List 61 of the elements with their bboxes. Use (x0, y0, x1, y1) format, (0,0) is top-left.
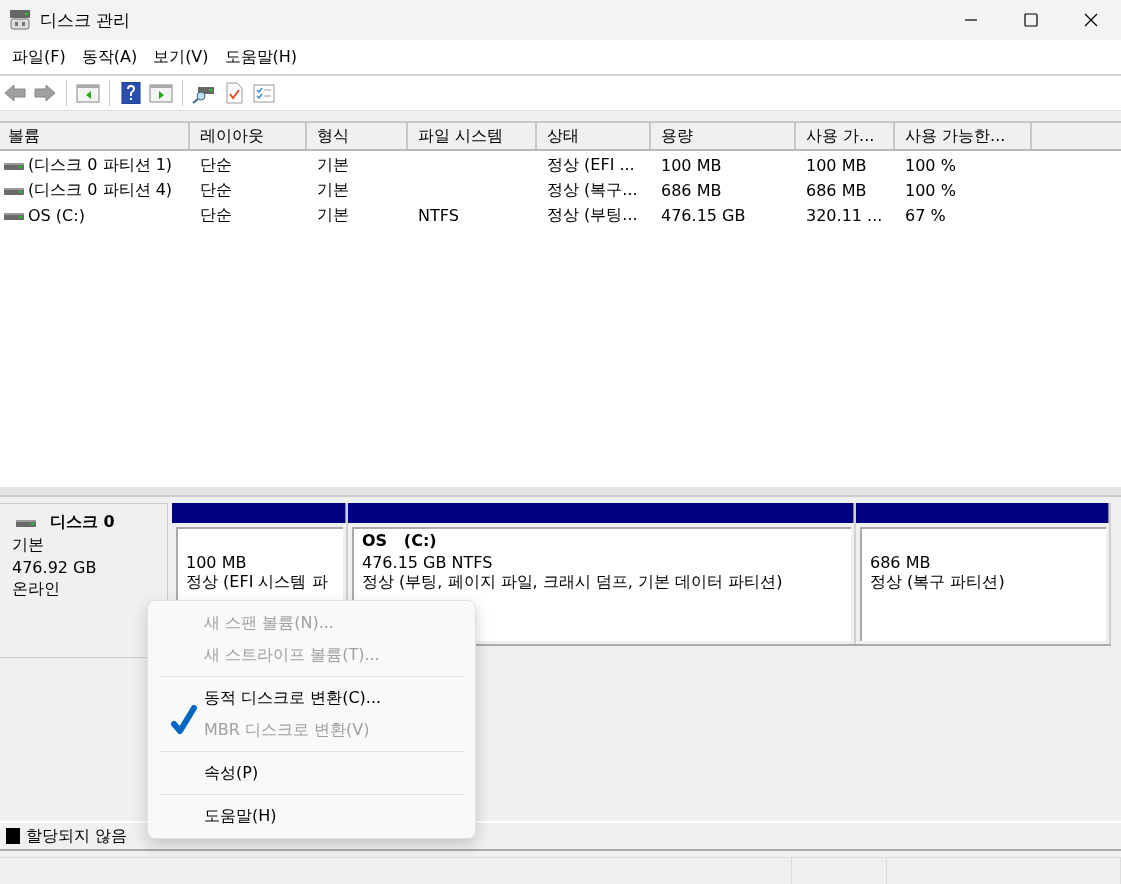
table-cell: 단순 (200, 205, 232, 226)
checklist-icon[interactable] (252, 82, 276, 104)
table-cell: 100 MB (661, 156, 722, 175)
maximize-icon[interactable] (1023, 12, 1039, 28)
table-cell: 단순 (200, 180, 232, 201)
partition-name: OS (C:) (362, 531, 438, 552)
menu-item[interactable]: 파일(F) (4, 46, 74, 68)
console-tree-icon[interactable] (76, 82, 100, 104)
volume-name: OS (C:) (28, 206, 85, 225)
column-header[interactable]: 용량 (651, 123, 796, 149)
table-cell: 기본 (317, 205, 349, 226)
partition-size: 476.15 GB NTFS (362, 553, 494, 572)
table-cell: 476.15 GB (661, 206, 746, 225)
close-icon[interactable] (1083, 12, 1099, 28)
column-header[interactable]: 레이아웃 (190, 123, 307, 149)
table-cell: 기본 (317, 155, 349, 176)
disk-name: 디스크 0 (50, 512, 115, 533)
menu-item[interactable]: 동적 디스크로 변환(C)... (148, 682, 475, 714)
window-title: 디스크 관리 (40, 8, 131, 32)
help-icon[interactable] (119, 82, 143, 104)
column-header[interactable]: 사용 가능한... (895, 123, 1032, 149)
disk-info: 온라인 (12, 579, 61, 600)
menu-item[interactable]: 도움말(H) (148, 800, 475, 832)
table-cell: 정상 (부팅... (547, 205, 638, 226)
table-cell: 기본 (317, 180, 349, 201)
table-cell: 686 MB (806, 181, 867, 200)
partition-size: 100 MB (186, 553, 248, 572)
app-icon (8, 8, 32, 32)
disk-info: 기본 (12, 535, 45, 556)
menu-item[interactable]: 동작(A) (73, 46, 146, 68)
table-cell: 320.11 ... (806, 206, 883, 225)
table-cell: 정상 (복구... (547, 180, 638, 201)
volume-name: (디스크 0 파티션 1) (28, 155, 173, 176)
table-cell: 686 MB (661, 181, 722, 200)
partition-box[interactable]: 686 MB 정상 (복구 파티션) (860, 527, 1106, 641)
menu-item[interactable]: 도움말(H) (216, 46, 306, 68)
column-header[interactable]: 볼륨 (0, 123, 190, 149)
disk-info: 476.92 GB (12, 558, 98, 577)
menu-item[interactable]: 속성(P) (148, 757, 475, 789)
table-cell: 100 % (905, 156, 956, 175)
table-cell: 정상 (EFI ... (547, 155, 635, 176)
partition-status: 정상 (EFI 시스템 파 (186, 572, 329, 593)
menu-item[interactable]: 보기(V) (145, 46, 217, 68)
forward-arrow-icon[interactable] (33, 82, 57, 104)
column-header[interactable]: 파일 시스템 (408, 123, 537, 149)
partition-box[interactable]: OS (C:) 476.15 GB NTFS 정상 (부팅, 페이지 파일, 크래시 덤프, 기본 데이터 파티션) (352, 527, 851, 641)
column-header[interactable]: 사용 가... (796, 123, 895, 149)
back-arrow-icon[interactable] (3, 82, 27, 104)
column-header[interactable]: 상태 (537, 123, 651, 149)
table-cell: 100 MB (806, 156, 867, 175)
table-cell: 100 % (905, 181, 956, 200)
column-header[interactable]: 형식 (307, 123, 408, 149)
partition-status: 정상 (복구 파티션) (870, 572, 1006, 593)
volume-name: (디스크 0 파티션 4) (28, 180, 173, 201)
action-pane-icon[interactable] (149, 82, 173, 104)
table-cell: NTFS (418, 206, 459, 225)
partition-status: 정상 (부팅, 페이지 파일, 크래시 덤프, 기본 데이터 파티션) (362, 572, 784, 593)
partition-size: 686 MB (870, 553, 932, 572)
table-cell: 단순 (200, 155, 232, 176)
legend-label: 할당되지 않음 (26, 825, 128, 847)
table-cell: 67 % (905, 206, 946, 225)
